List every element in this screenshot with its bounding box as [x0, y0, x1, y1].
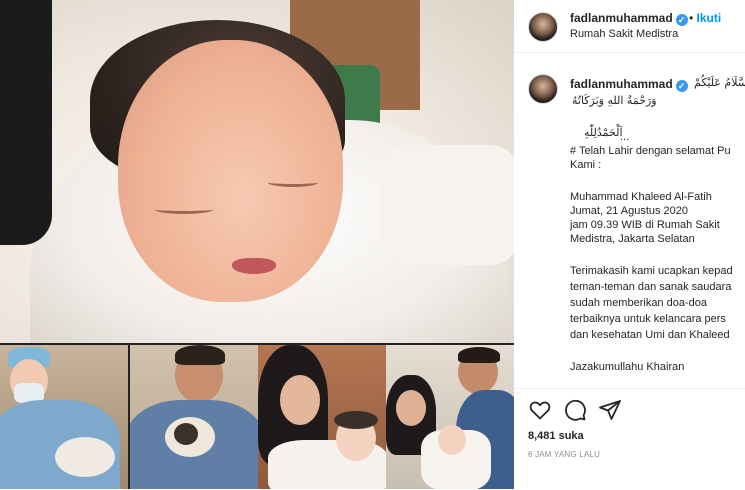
caption-line: sudah memberikan doa-doa — [570, 297, 707, 309]
caption-line: jam 09.39 WIB di Rumah Sakit — [570, 219, 720, 231]
baby-face — [118, 40, 343, 302]
main-photo-newborn — [0, 0, 514, 343]
caption-alhamdulillah: اَلْحَمْدُلِلّٰهِ — [584, 126, 623, 139]
header-username-text[interactable]: fadlanmuhammad — [570, 11, 673, 25]
thumb-parents-with-baby — [386, 345, 514, 489]
post-header: fadlanmuhammad ✓ • Ikuti Rumah Sakit Medi… — [514, 0, 745, 53]
post-actions: 8,481 suka 6 JAM YANG LALU — [514, 388, 745, 490]
location-link[interactable]: Rumah Sakit Medistra — [570, 28, 678, 40]
baby-eye-right — [268, 178, 318, 187]
post-media[interactable] — [0, 0, 514, 489]
comment-icon[interactable] — [563, 398, 587, 422]
caption-username-text[interactable]: fadlanmuhammad — [570, 77, 673, 91]
follow-separator: • — [689, 11, 694, 25]
caption-avatar[interactable] — [528, 74, 558, 104]
follow-button[interactable]: • Ikuti — [689, 11, 721, 25]
caption-arabic-line1: السَّلَامُ عَلَيْكُمْ — [694, 76, 745, 89]
caption-verified-badge-icon: ✓ — [675, 80, 688, 92]
verified-badge-icon: ✓ — [675, 14, 688, 26]
follow-label[interactable]: Ikuti — [697, 11, 722, 25]
caption-username[interactable]: fadlanmuhammad ✓ — [570, 77, 688, 92]
caption-line: Jumat, 21 Agustus 2020 — [570, 205, 689, 217]
caption-line: teman-teman dan sanak saudara — [570, 281, 732, 293]
caption-line: Jazakumullahu Khairan — [570, 361, 685, 373]
like-count[interactable]: 8,481 suka — [528, 430, 584, 442]
heart-icon[interactable] — [528, 398, 552, 422]
thumb-doctor-with-baby — [0, 345, 128, 489]
dark-fabric — [0, 0, 52, 245]
baby-eye-left — [155, 205, 213, 214]
caption-line: Muhammad Khaleed Al-Fatih — [570, 191, 712, 203]
caption-line: dan kesehatan Umi dan Khaleed — [570, 329, 730, 341]
user-avatar[interactable] — [528, 12, 558, 42]
photo-grid — [0, 345, 514, 489]
caption-arabic-line2: وَرَحْمَةُ اللهِ وَبَرَكَاتُهُ — [572, 94, 657, 107]
caption-line: Terimakasih kami ucapkan kepad — [570, 265, 733, 277]
caption-area: fadlanmuhammad✓ السَّلَامُ عَلَيْكُمْ وَ… — [514, 52, 745, 388]
share-icon[interactable] — [598, 398, 622, 422]
caption-line: terbaiknya untuk kelancara pers — [570, 313, 726, 325]
thumb-father-holding-baby — [130, 345, 258, 489]
blanket-fold — [380, 145, 514, 265]
caption-line: Medistra, Jakarta Selatan — [570, 233, 695, 245]
thumb-mother-with-baby — [258, 345, 386, 489]
header-username[interactable]: fadlanmuhammad ✓ — [570, 11, 688, 26]
caption-line: # Telah Lahir dengan selamat Pu — [570, 145, 731, 157]
post-timestamp[interactable]: 6 JAM YANG LALU — [528, 450, 600, 459]
caption-line: Kami : — [570, 159, 602, 171]
caption-ellipsis: ... — [620, 131, 630, 143]
baby-mouth — [232, 258, 276, 274]
